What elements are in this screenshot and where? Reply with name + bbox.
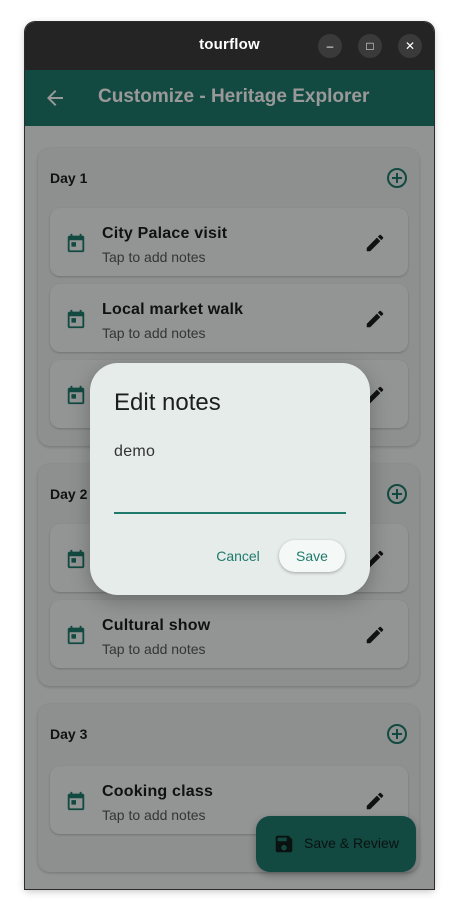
close-button[interactable]: ✕ xyxy=(398,34,422,58)
dialog-title: Edit notes xyxy=(114,389,221,416)
minimize-icon: – xyxy=(326,39,334,53)
notes-input[interactable]: demo xyxy=(114,443,155,461)
window-titlebar: tourflow – □ ✕ xyxy=(25,22,434,70)
save-button[interactable]: Save xyxy=(279,540,345,572)
minimize-button[interactable]: – xyxy=(318,34,342,58)
close-icon: ✕ xyxy=(404,39,416,53)
maximize-icon: □ xyxy=(366,39,374,53)
edit-notes-dialog: Edit notes demo Cancel Save xyxy=(90,363,370,595)
maximize-button[interactable]: □ xyxy=(358,34,382,58)
cancel-button[interactable]: Cancel xyxy=(207,540,269,572)
notes-input-underline xyxy=(114,512,346,514)
